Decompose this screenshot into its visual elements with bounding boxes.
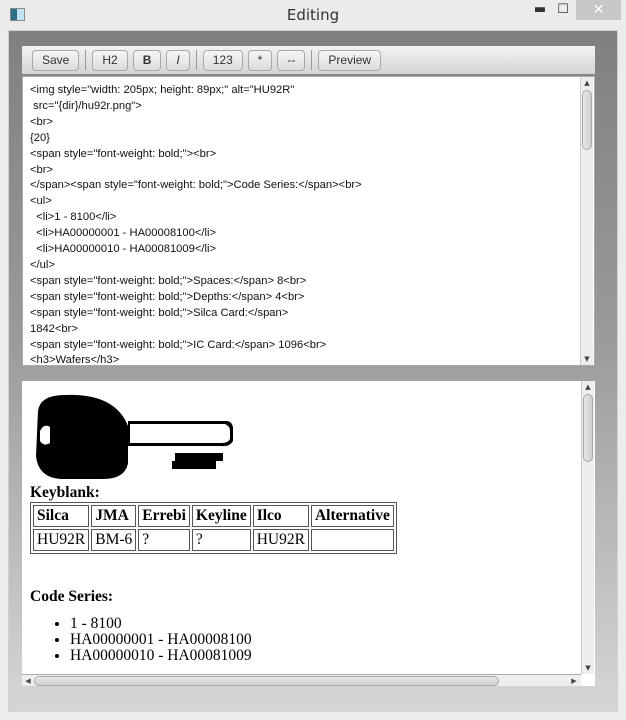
- close-button[interactable]: ✕: [576, 0, 621, 20]
- preview-content: Keyblank: Silca JMA Errebi Keyline Ilco …: [30, 391, 397, 664]
- html-editor[interactable]: <img style="width: 205px; height: 89px;"…: [22, 76, 595, 366]
- code-series-label: Code Series:: [30, 588, 114, 605]
- scroll-right-icon[interactable]: ▶: [568, 675, 580, 686]
- table-cell: BM-6: [91, 529, 137, 551]
- list-item: 1 - 8100: [70, 616, 397, 632]
- preview-button[interactable]: Preview: [318, 49, 382, 71]
- title-bar: Editing ▬ ☐ ✕: [0, 0, 626, 30]
- table-cell: HU92R: [252, 529, 309, 551]
- table-header: Silca: [33, 505, 90, 527]
- editor-vertical-scrollbar[interactable]: ▲ ▼: [580, 77, 593, 365]
- table-cell: [310, 529, 394, 551]
- scroll-down-icon[interactable]: ▼: [581, 353, 593, 365]
- table-header: Keyline: [191, 505, 251, 527]
- table-cell: ?: [138, 529, 190, 551]
- scroll-up-icon[interactable]: ▲: [582, 381, 594, 393]
- table-header: JMA: [91, 505, 137, 527]
- table-header: Errebi: [138, 505, 190, 527]
- editor-scroll-thumb[interactable]: [582, 90, 592, 150]
- key-image: [36, 394, 233, 480]
- italic-button[interactable]: I: [166, 49, 190, 71]
- table-header-row: Silca JMA Errebi Keyline Ilco Alternativ…: [33, 505, 394, 527]
- maximize-button[interactable]: ☐: [552, 0, 574, 20]
- preview-hscroll-thumb[interactable]: [34, 676, 499, 686]
- save-button[interactable]: Save: [32, 49, 80, 71]
- list-item: HA00000001 - HA00008100: [70, 632, 397, 648]
- bullet-list-button[interactable]: *: [247, 49, 273, 71]
- preview-horizontal-scrollbar[interactable]: ◀ ▶: [22, 674, 581, 686]
- table-header: Ilco: [252, 505, 309, 527]
- horizontal-rule-button[interactable]: --: [277, 49, 306, 71]
- table-header: Alternative: [310, 505, 394, 527]
- table-cell: ?: [191, 529, 251, 551]
- toolbar-separator: [311, 50, 313, 70]
- html-preview: Keyblank: Silca JMA Errebi Keyline Ilco …: [22, 381, 595, 686]
- keyblank-table: Silca JMA Errebi Keyline Ilco Alternativ…: [30, 502, 397, 554]
- preview-vertical-scrollbar[interactable]: ▲ ▼: [581, 381, 594, 674]
- scroll-left-icon[interactable]: ◀: [22, 675, 34, 686]
- editor-text[interactable]: <img style="width: 205px; height: 89px;"…: [30, 83, 362, 365]
- table-row: HU92R BM-6 ? ? HU92R: [33, 529, 394, 551]
- scroll-up-icon[interactable]: ▲: [581, 77, 593, 89]
- numbered-list-button[interactable]: 123: [202, 49, 243, 71]
- preview-scroll-thumb[interactable]: [583, 394, 593, 462]
- minimize-button[interactable]: ▬: [527, 0, 553, 20]
- toolbar-separator: [85, 50, 87, 70]
- list-item: HA00000010 - HA00081009: [70, 648, 397, 664]
- keyblank-label: Keyblank:: [30, 484, 100, 501]
- h2-button[interactable]: H2: [92, 49, 128, 71]
- scroll-down-icon[interactable]: ▼: [582, 662, 594, 674]
- bold-button[interactable]: B: [132, 49, 162, 71]
- toolbar-separator: [195, 50, 197, 70]
- code-series-list: 1 - 8100 HA00000001 - HA00008100 HA00000…: [70, 616, 397, 664]
- table-cell: HU92R: [33, 529, 90, 551]
- toolbar: Save H2 B I 123 * -- Preview: [22, 46, 595, 75]
